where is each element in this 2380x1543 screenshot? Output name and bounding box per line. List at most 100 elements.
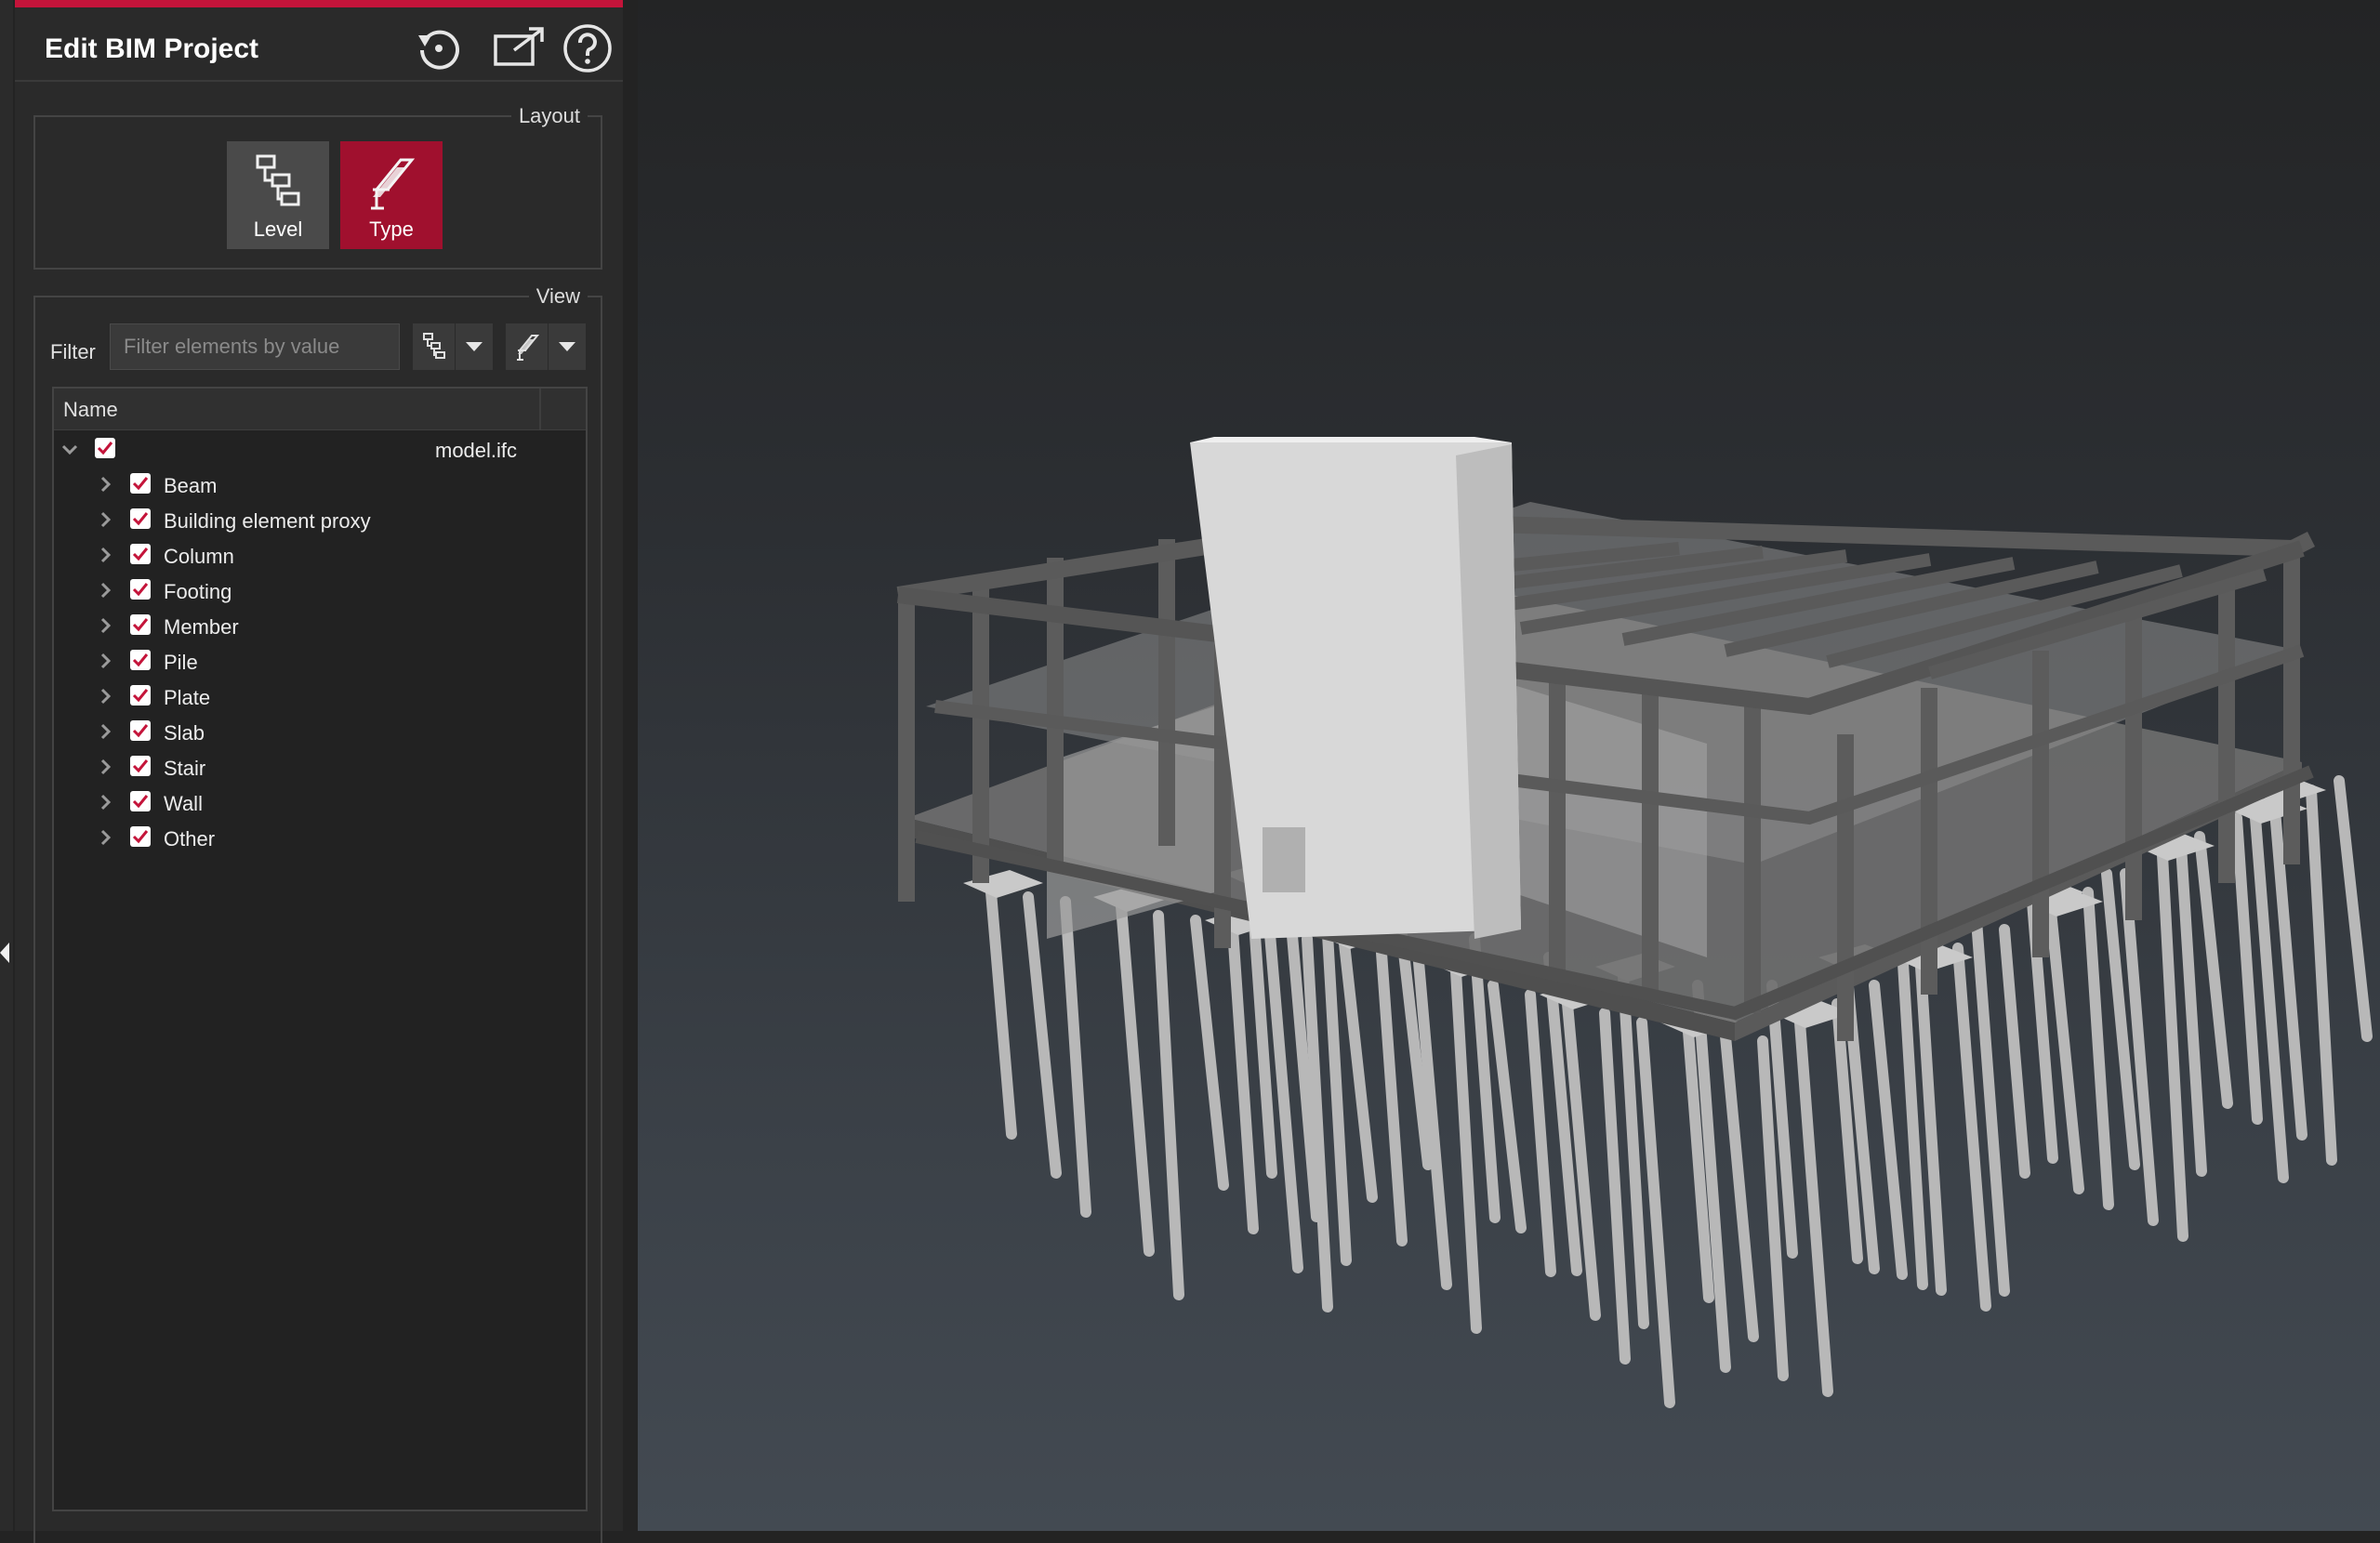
- column-mark: [2283, 558, 2300, 864]
- pile-mark: [1636, 1017, 1675, 1408]
- collapse-panel-arrow-icon[interactable]: [0, 943, 9, 963]
- chevron-right-icon[interactable]: [95, 615, 115, 636]
- pile-mark: [985, 887, 1017, 1140]
- hierarchy-icon: [256, 154, 300, 206]
- layout-type-button[interactable]: Type: [340, 141, 443, 249]
- filter-input[interactable]: [110, 323, 400, 370]
- hierarchy-icon: [422, 333, 445, 359]
- core-wall-mark: [1190, 437, 1512, 442]
- bim-model-render[interactable]: [638, 0, 2380, 1531]
- chevron-right-icon[interactable]: [95, 509, 115, 530]
- pile-mark: [1720, 1031, 1759, 1342]
- chevron-right-icon[interactable]: [95, 474, 115, 495]
- chevron-right-icon[interactable]: [95, 580, 115, 600]
- tree-checkbox[interactable]: [130, 544, 151, 564]
- pile-mark: [1023, 891, 1062, 1179]
- tree-row[interactable]: Slab: [54, 714, 586, 749]
- chevron-right-icon[interactable]: [95, 651, 115, 671]
- chevron-right-icon[interactable]: [95, 792, 115, 812]
- panel-title: Edit BIM Project: [45, 33, 259, 64]
- column-header-name[interactable]: Name: [63, 398, 118, 422]
- pile-mark: [1794, 1017, 1833, 1397]
- column-mark: [1158, 539, 1175, 846]
- panel-accent-bar: [15, 0, 623, 7]
- tree-row[interactable]: Other: [54, 820, 586, 855]
- pile-mark: [1999, 924, 2030, 1179]
- chevron-right-icon[interactable]: [95, 827, 115, 848]
- chevron-right-icon[interactable]: [95, 757, 115, 777]
- tree-row[interactable]: Pile: [54, 643, 586, 679]
- column-mark: [2218, 576, 2235, 883]
- tree-checkbox[interactable]: [130, 508, 151, 529]
- help-button[interactable]: [558, 20, 617, 76]
- tree-checkbox[interactable]: [95, 438, 115, 458]
- tree-header: Name: [54, 389, 586, 430]
- steel-beam-icon: [371, 158, 416, 210]
- pile-mark: [2120, 868, 2159, 1226]
- pile-mark: [1450, 966, 1482, 1334]
- panel-edge-strip: [0, 0, 13, 1531]
- steel-beam-icon: [516, 335, 539, 361]
- export-button[interactable]: [489, 20, 549, 76]
- tree-checkbox[interactable]: [130, 826, 151, 847]
- group-by-level-dropdown[interactable]: [413, 323, 493, 370]
- tree-checkbox[interactable]: [130, 756, 151, 776]
- tree-checkbox[interactable]: [130, 720, 151, 741]
- tree-row[interactable]: Building element proxy: [54, 502, 586, 537]
- tree-checkbox[interactable]: [130, 791, 151, 811]
- tree-row[interactable]: Wall: [54, 785, 586, 820]
- core-opening-mark: [1263, 827, 1305, 892]
- tree-row[interactable]: Column: [54, 537, 586, 573]
- tree-item-label: Stair: [164, 757, 206, 780]
- help-icon: [563, 24, 612, 73]
- chevron-down-icon: [466, 342, 483, 351]
- pile-mark: [1525, 989, 1556, 1277]
- tree-row[interactable]: Footing: [54, 573, 586, 608]
- tree-row[interactable]: Member: [54, 608, 586, 643]
- pile-mark: [2334, 775, 2373, 1042]
- element-tree: Name model.ifc Beam Building element proxy…: [52, 387, 588, 1511]
- layout-type-label: Type: [369, 218, 414, 241]
- pile-mark: [1376, 947, 1408, 1246]
- tree-checkbox[interactable]: [130, 614, 151, 635]
- tree-item-label: Wall: [164, 792, 203, 815]
- column-mark: [1744, 706, 1761, 1013]
- chevron-right-icon[interactable]: [95, 545, 115, 565]
- tree-checkbox[interactable]: [130, 685, 151, 706]
- tree-item-label: Footing: [164, 580, 232, 603]
- column-mark: [1047, 558, 1064, 864]
- tree-checkbox[interactable]: [130, 579, 151, 600]
- group-by-type-dropdown[interactable]: [506, 323, 586, 370]
- column-mark: [2125, 613, 2142, 920]
- 3d-viewport[interactable]: [638, 0, 2380, 1531]
- tree-item-label: Column: [164, 545, 234, 568]
- column-mark: [1837, 734, 1854, 1041]
- layout-level-label: Level: [253, 218, 303, 241]
- tree-row[interactable]: Plate: [54, 679, 586, 714]
- chevron-right-icon[interactable]: [95, 686, 115, 706]
- column-mark: [1549, 669, 1566, 976]
- chevron-right-icon[interactable]: [95, 721, 115, 742]
- panel-header: Edit BIM Project: [15, 7, 623, 82]
- tree-checkbox[interactable]: [130, 473, 151, 494]
- layout-level-button[interactable]: Level: [227, 141, 329, 249]
- column-separator[interactable]: [539, 389, 541, 429]
- pile-mark: [2175, 840, 2207, 1177]
- tree-checkbox[interactable]: [130, 650, 151, 670]
- pile-mark: [1599, 1008, 1631, 1365]
- history-button[interactable]: [409, 20, 469, 76]
- pile-mark: [1339, 938, 1378, 1203]
- chevron-down-icon[interactable]: [60, 439, 80, 459]
- tree-item-label: Member: [164, 615, 239, 639]
- tree-root-label: model.ifc: [435, 439, 518, 462]
- history-icon: [418, 30, 459, 70]
- column-mark: [1642, 688, 1659, 995]
- view-group: View Filter Filter elements by value Nam…: [33, 284, 602, 1543]
- tree-item-label: Plate: [164, 686, 211, 709]
- tree-row[interactable]: Beam: [54, 467, 586, 502]
- chevron-down-icon: [559, 342, 576, 351]
- tree-row[interactable]: Stair: [54, 749, 586, 785]
- column-mark: [898, 595, 915, 902]
- tree-item-label: Building element proxy: [164, 509, 371, 533]
- tree-root-row[interactable]: model.ifc: [54, 431, 586, 467]
